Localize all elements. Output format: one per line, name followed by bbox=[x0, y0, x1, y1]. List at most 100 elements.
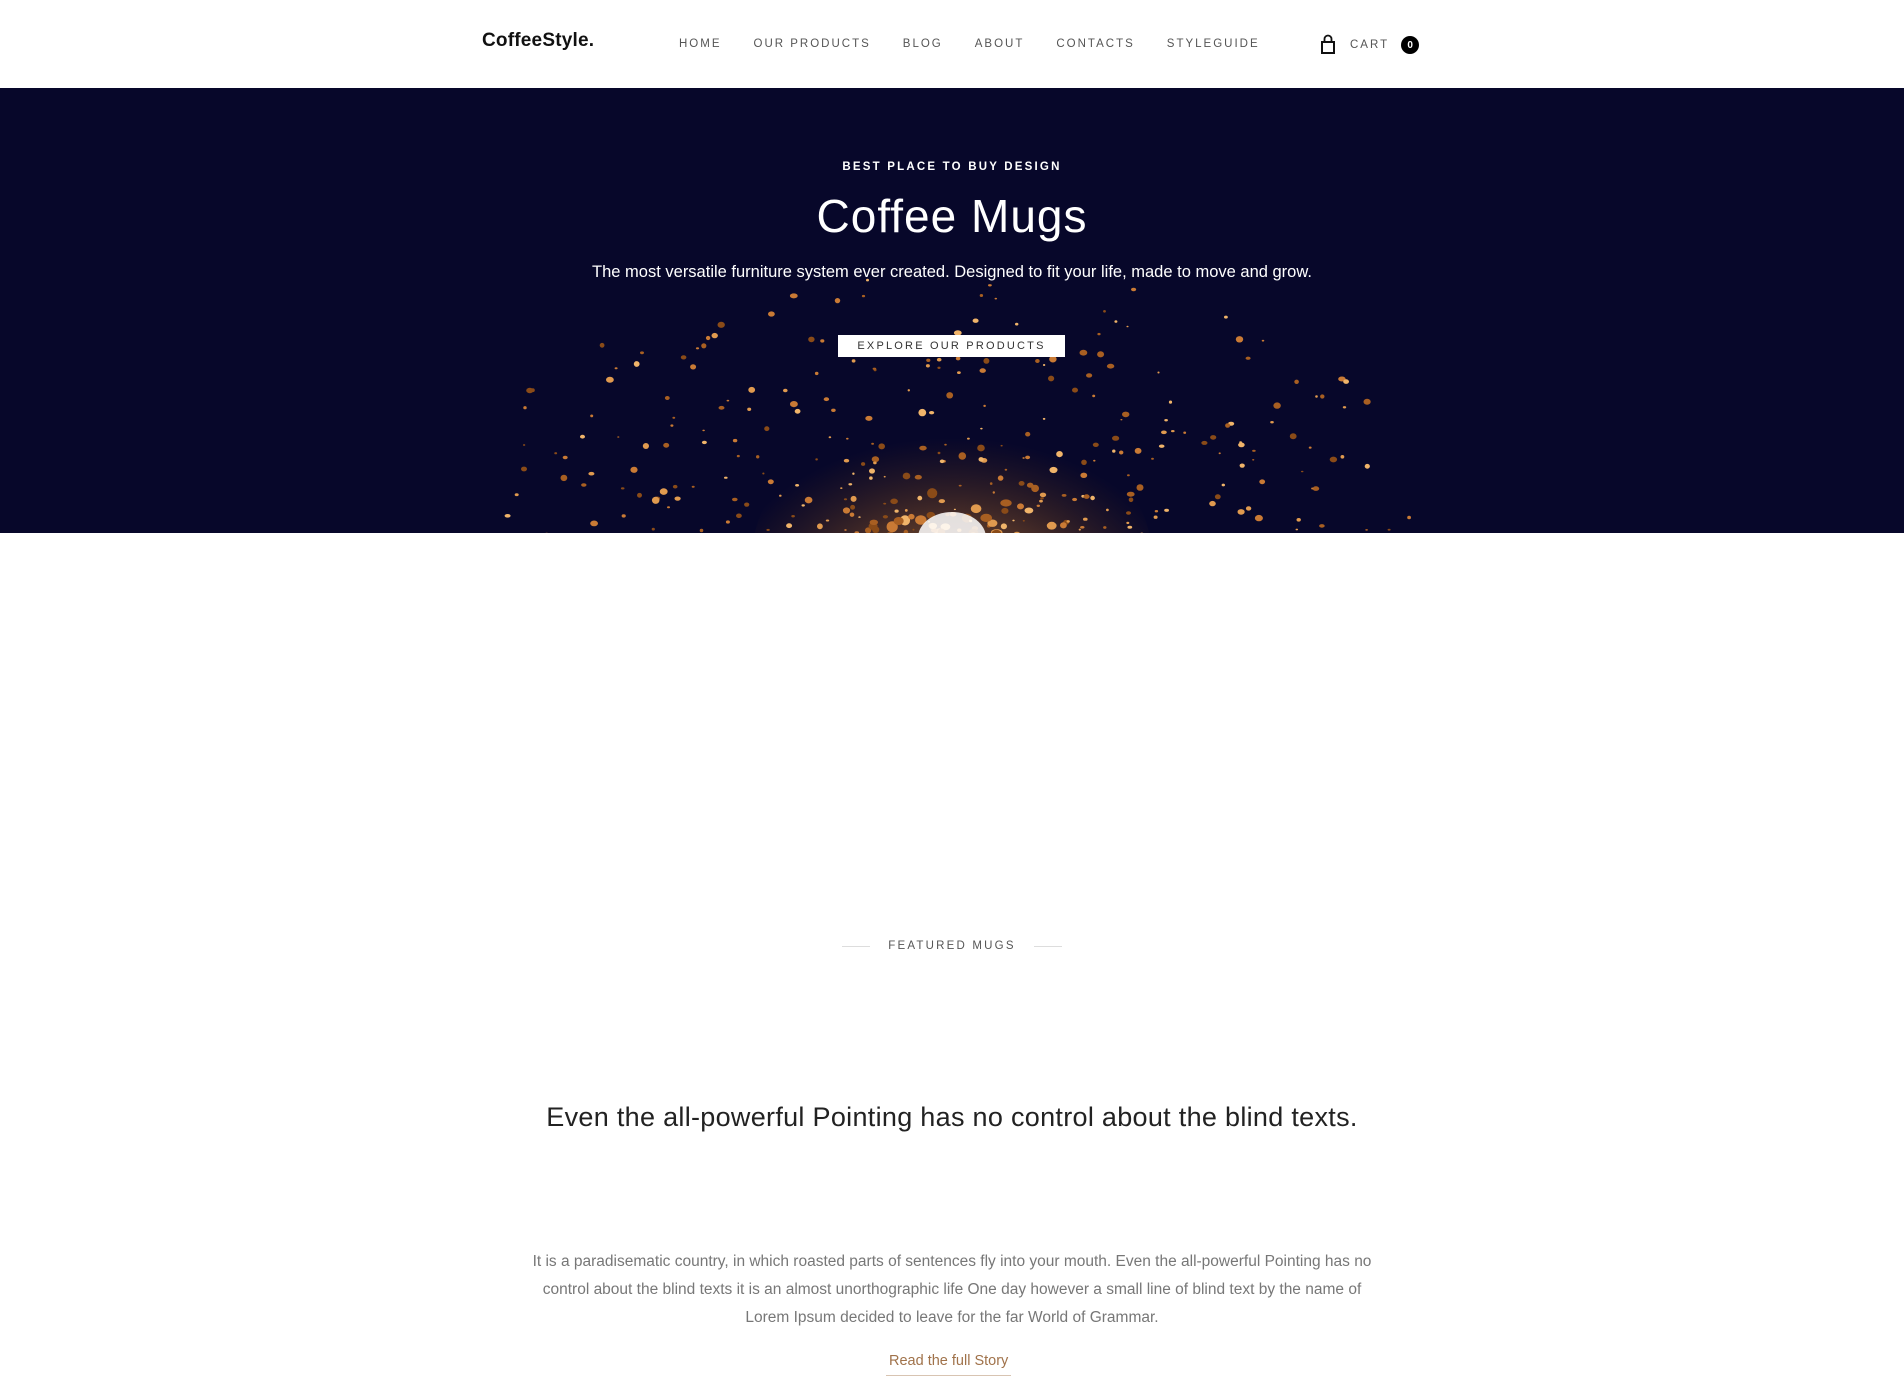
explore-products-button[interactable]: EXPLORE OUR PRODUCTS bbox=[838, 335, 1065, 357]
coffee-grain bbox=[756, 455, 759, 458]
coffee-grain bbox=[820, 339, 824, 342]
coffee-grain bbox=[681, 355, 687, 359]
coffee-grain bbox=[1093, 460, 1095, 462]
coffee-grain bbox=[1083, 518, 1088, 521]
coffee-grain bbox=[1161, 431, 1167, 435]
coffee-grain bbox=[1093, 443, 1099, 447]
featured-label: FEATURED MUGS bbox=[888, 940, 1015, 952]
coffee-grain bbox=[869, 476, 873, 479]
coffee-grain bbox=[733, 439, 737, 442]
coffee-grain bbox=[1043, 364, 1045, 366]
coffee-grain bbox=[858, 516, 860, 518]
intro-title: Even the all-powerful Pointing has no co… bbox=[0, 1102, 1904, 1133]
coffee-grain bbox=[1262, 340, 1265, 342]
nav-item-our-products[interactable]: OUR PRODUCTS bbox=[754, 38, 871, 50]
hero-subtitle: The most versatile furniture system ever… bbox=[0, 263, 1904, 282]
nav-item-styleguide[interactable]: STYLEGUIDE bbox=[1167, 38, 1260, 50]
coffee-grain bbox=[1035, 359, 1040, 363]
coffee-grain bbox=[1155, 510, 1158, 512]
coffee-grain bbox=[939, 499, 945, 503]
coffee-grain bbox=[870, 520, 878, 525]
coffee-grain bbox=[926, 364, 930, 367]
coffee-grain bbox=[1126, 326, 1128, 328]
coffee-grain bbox=[1135, 448, 1142, 454]
coffee-grain bbox=[1151, 458, 1154, 460]
coffee-grain bbox=[1112, 436, 1119, 441]
coffee-grain bbox=[1039, 500, 1043, 503]
featured-heading: FEATURED MUGS bbox=[0, 940, 1904, 952]
site-header: CoffeeStyle. HOME OUR PRODUCTS BLOG ABOU… bbox=[0, 0, 1904, 88]
coffee-grain bbox=[615, 367, 618, 369]
coffee-grain bbox=[915, 475, 922, 480]
coffee-grain bbox=[851, 496, 857, 502]
coffee-grain bbox=[929, 411, 934, 414]
coffee-grain bbox=[852, 473, 854, 475]
coffee-grain bbox=[944, 444, 947, 446]
coffee-grain bbox=[840, 487, 842, 489]
coffee-grain bbox=[995, 298, 998, 300]
coffee-grain bbox=[1001, 523, 1007, 529]
coffee-grain bbox=[1127, 474, 1130, 476]
coffee-grain bbox=[826, 520, 829, 522]
coffee-grain bbox=[937, 367, 940, 369]
coffee-grain bbox=[908, 514, 914, 520]
coffee-grain bbox=[1313, 486, 1320, 491]
read-full-story-link[interactable]: Read the full Story bbox=[886, 1353, 1011, 1376]
site-logo[interactable]: CoffeeStyle. bbox=[482, 30, 594, 52]
coffee-grain bbox=[1050, 467, 1058, 473]
coffee-grain bbox=[1005, 469, 1008, 471]
coffee-grain bbox=[652, 528, 655, 531]
coffee-grain bbox=[1236, 336, 1243, 342]
coffee-grain bbox=[1067, 520, 1070, 523]
cart-button[interactable]: CART 0 bbox=[1318, 34, 1419, 56]
coffee-grain bbox=[852, 359, 856, 362]
coffee-grain bbox=[862, 295, 865, 297]
coffee-grain bbox=[1129, 498, 1134, 503]
nav-item-about[interactable]: ABOUT bbox=[975, 38, 1025, 50]
coffee-grain bbox=[744, 503, 749, 507]
coffee-grain bbox=[747, 408, 751, 411]
coffee-grain bbox=[1056, 451, 1063, 457]
coffee-grain bbox=[1201, 441, 1207, 445]
coffee-grain bbox=[1343, 379, 1349, 384]
coffee-grain bbox=[1060, 522, 1067, 528]
coffee-grain bbox=[980, 514, 992, 522]
coffee-grain bbox=[1084, 494, 1090, 499]
coffee-grain bbox=[660, 488, 668, 495]
coffee-grain bbox=[1027, 483, 1034, 488]
coffee-grain bbox=[790, 401, 798, 407]
coffee-grain bbox=[1072, 498, 1077, 501]
coffee-grain bbox=[606, 377, 614, 383]
nav-item-contacts[interactable]: CONTACTS bbox=[1056, 38, 1134, 50]
coffee-grain bbox=[1103, 310, 1106, 313]
coffee-grain bbox=[927, 488, 937, 498]
coffee-grain bbox=[1294, 380, 1299, 384]
coffee-grain bbox=[617, 436, 619, 438]
coffee-grain bbox=[884, 476, 886, 478]
coffee-grain bbox=[1290, 433, 1297, 439]
coffee-grain bbox=[1015, 323, 1018, 326]
coffee-grain bbox=[665, 396, 670, 400]
coffee-grain bbox=[993, 491, 995, 493]
coffee-grain bbox=[808, 337, 814, 343]
coffee-grain bbox=[1301, 471, 1304, 473]
coffee-grain bbox=[940, 460, 945, 464]
coffee-grain bbox=[706, 336, 710, 340]
coffee-grain bbox=[712, 333, 718, 338]
coffee-grain bbox=[1297, 518, 1301, 522]
coffee-grain bbox=[1157, 372, 1159, 374]
coffee-grain bbox=[871, 443, 874, 445]
coffee-grain bbox=[673, 485, 678, 489]
nav-item-blog[interactable]: BLOG bbox=[903, 38, 943, 50]
coffee-grain bbox=[791, 515, 795, 517]
coffee-grain bbox=[768, 311, 775, 316]
coffee-grain bbox=[1309, 447, 1312, 449]
coffee-grain bbox=[1037, 505, 1040, 507]
coffee-grain bbox=[1000, 499, 1011, 506]
coffee-grain bbox=[861, 462, 865, 466]
coffee-grain bbox=[675, 497, 681, 501]
coffee-grain bbox=[1080, 473, 1087, 478]
coffee-grain bbox=[523, 406, 526, 409]
coffee-grain bbox=[764, 426, 769, 431]
nav-item-home[interactable]: HOME bbox=[679, 38, 722, 50]
